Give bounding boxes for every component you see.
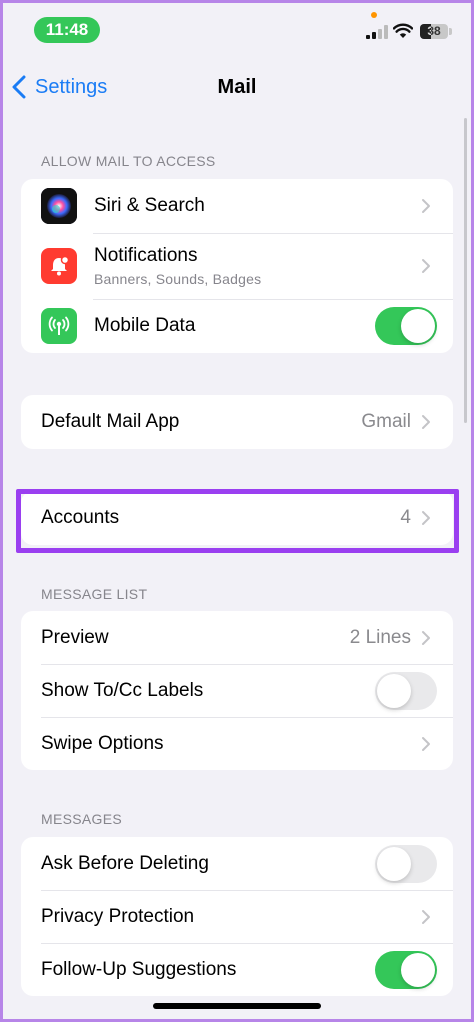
accounts-label: Accounts — [41, 507, 120, 528]
status-bar: 11:48 38 — [3, 3, 471, 55]
toggle-knob — [401, 309, 435, 343]
battery-icon: 38 — [420, 24, 448, 39]
chevron-right-icon — [422, 630, 430, 645]
back-button[interactable]: Settings — [11, 63, 107, 111]
status-time[interactable]: 11:48 — [34, 17, 100, 43]
preview-row[interactable]: Preview 2 Lines — [21, 611, 453, 664]
siri-search-row[interactable]: Siri & Search — [21, 179, 453, 233]
navigation-bar: Mail Settings — [3, 63, 471, 111]
privacy-protection-row[interactable]: Privacy Protection — [21, 890, 453, 943]
mobile-data-toggle[interactable] — [375, 307, 437, 345]
privacy-indicator-dot — [371, 12, 377, 18]
ask-before-deleting-row: Ask Before Deleting — [21, 837, 453, 890]
mobile-data-label: Mobile Data — [94, 315, 196, 336]
accounts-text: Accounts — [41, 507, 400, 529]
battery-nub — [449, 28, 452, 35]
toggle-knob — [377, 673, 411, 708]
privacy-protection-text: Privacy Protection — [41, 906, 421, 928]
chevron-left-icon — [12, 75, 26, 99]
messages-group: Ask Before Deleting Privacy Protection F… — [21, 837, 453, 996]
siri-icon — [41, 188, 77, 224]
show-tocc-text: Show To/Cc Labels — [41, 680, 375, 702]
chevron-right-icon — [422, 199, 430, 213]
mobile-data-text: Mobile Data — [94, 315, 375, 337]
section-header-allow-access: ALLOW MAIL TO ACCESS — [41, 153, 216, 169]
battery-level: 38 — [427, 24, 441, 38]
toggle-knob — [401, 952, 435, 987]
antenna-icon — [41, 308, 77, 344]
mobile-data-row: Mobile Data — [21, 299, 453, 353]
notifications-row[interactable]: Notifications Banners, Sounds, Badges — [21, 233, 453, 299]
notifications-subtitle: Banners, Sounds, Badges — [94, 271, 262, 287]
message-list-group: Preview 2 Lines Show To/Cc Labels Swipe … — [21, 611, 453, 770]
swipe-options-label: Swipe Options — [41, 732, 164, 754]
privacy-protection-label: Privacy Protection — [41, 905, 195, 927]
ask-before-deleting-label: Ask Before Deleting — [41, 852, 209, 874]
home-indicator[interactable] — [153, 1003, 321, 1009]
chevron-right-icon — [422, 736, 430, 751]
show-tocc-toggle[interactable] — [375, 671, 437, 710]
ask-before-deleting-toggle[interactable] — [375, 844, 437, 883]
default-mail-app-value: Gmail — [361, 411, 411, 432]
chevron-right-icon — [422, 511, 430, 525]
chevron-right-icon — [422, 415, 430, 429]
scroll-indicator[interactable] — [464, 118, 467, 423]
allow-access-group: Siri & Search Notifications Banners, Sou… — [21, 179, 453, 353]
follow-up-suggestions-label: Follow-Up Suggestions — [41, 958, 237, 980]
section-header-message-list: MESSAGE LIST — [41, 586, 148, 602]
cellular-signal-icon — [366, 25, 388, 39]
follow-up-suggestions-row: Follow-Up Suggestions — [21, 943, 453, 996]
notifications-label: Notifications — [94, 245, 198, 266]
show-tocc-row: Show To/Cc Labels — [21, 664, 453, 717]
default-mail-app-group: Default Mail App Gmail — [21, 395, 453, 449]
section-header-messages: MESSAGES — [41, 811, 122, 827]
accounts-row[interactable]: Accounts 4 — [21, 491, 453, 545]
chevron-right-icon — [422, 259, 430, 273]
notifications-icon — [41, 248, 77, 284]
ask-before-deleting-text: Ask Before Deleting — [41, 853, 375, 875]
siri-search-label: Siri & Search — [94, 195, 205, 216]
swipe-options-text: Swipe Options — [41, 733, 421, 755]
preview-label: Preview — [41, 626, 109, 648]
notifications-text: Notifications Banners, Sounds, Badges — [94, 245, 421, 287]
toggle-knob — [377, 846, 411, 881]
swipe-options-row[interactable]: Swipe Options — [21, 717, 453, 770]
wifi-icon — [393, 23, 413, 38]
default-mail-app-label: Default Mail App — [41, 411, 180, 432]
show-tocc-label: Show To/Cc Labels — [41, 679, 204, 701]
default-mail-app-text: Default Mail App — [41, 411, 361, 433]
back-button-label: Settings — [35, 75, 108, 98]
preview-text: Preview — [41, 627, 350, 649]
accounts-count: 4 — [400, 507, 411, 528]
preview-value: 2 Lines — [349, 626, 411, 648]
follow-up-suggestions-toggle[interactable] — [375, 950, 437, 989]
mail-settings-screen: 11:48 38 Mail Settings ALLOW MAIL TO ACC… — [3, 3, 471, 1019]
default-mail-app-row[interactable]: Default Mail App Gmail — [21, 395, 453, 449]
siri-search-text: Siri & Search — [94, 195, 421, 217]
follow-up-suggestions-text: Follow-Up Suggestions — [41, 959, 375, 981]
accounts-group: Accounts 4 — [21, 491, 453, 545]
chevron-right-icon — [422, 909, 430, 924]
